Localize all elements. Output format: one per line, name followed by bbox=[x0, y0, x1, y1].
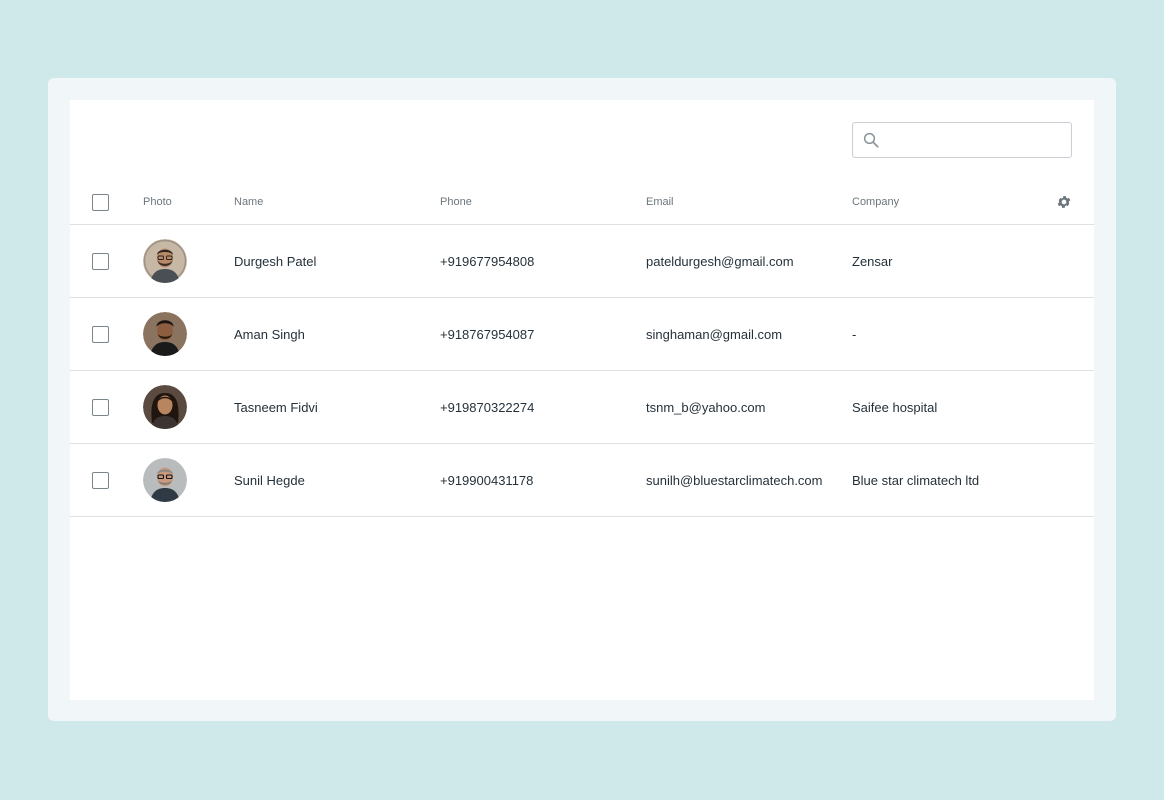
contact-phone: +919677954808 bbox=[440, 253, 535, 269]
contact-email: sunilh@bluestarclimatech.com bbox=[646, 472, 823, 488]
photo-cell bbox=[143, 371, 187, 443]
contact-name[interactable]: Durgesh Patel bbox=[234, 225, 316, 297]
table-row[interactable]: Aman Singh +918767954087 singhaman@gmail… bbox=[70, 298, 1094, 371]
page: Photo Name Phone Email Company Durgesh P… bbox=[0, 0, 1164, 800]
table-header: Photo Name Phone Email Company bbox=[70, 180, 1094, 225]
contact-email: tsnm_b@yahoo.com bbox=[646, 399, 766, 415]
row-checkbox-cell bbox=[92, 298, 109, 370]
header-checkbox-cell bbox=[92, 180, 109, 224]
avatar bbox=[143, 458, 187, 502]
contact-name[interactable]: Sunil Hegde bbox=[234, 444, 305, 516]
row-checkbox-cell bbox=[92, 371, 109, 443]
contact-phone: +918767954087 bbox=[440, 326, 535, 342]
column-header-email[interactable]: Email bbox=[646, 180, 674, 224]
photo-cell bbox=[143, 225, 187, 297]
search-input[interactable] bbox=[887, 123, 1069, 159]
row-checkbox-cell bbox=[92, 225, 109, 297]
gear-icon[interactable] bbox=[1056, 194, 1072, 210]
table-row[interactable]: Sunil Hegde +919900431178 sunilh@bluesta… bbox=[70, 444, 1094, 517]
photo-cell bbox=[143, 298, 187, 370]
avatar bbox=[143, 312, 187, 356]
column-header-company[interactable]: Company bbox=[852, 180, 899, 224]
contact-company: Zensar bbox=[852, 253, 893, 269]
contact-company: - bbox=[852, 326, 857, 342]
row-checkbox[interactable] bbox=[92, 252, 109, 270]
row-checkbox[interactable] bbox=[92, 398, 109, 416]
contact-phone: +919900431178 bbox=[440, 472, 534, 488]
row-checkbox-cell bbox=[92, 444, 109, 516]
column-header-photo[interactable]: Photo bbox=[143, 180, 172, 224]
contact-email: singhaman@gmail.com bbox=[646, 326, 783, 342]
table-row[interactable]: Durgesh Patel +919677954808 pateldurgesh… bbox=[70, 225, 1094, 298]
contact-phone: +919870322274 bbox=[440, 399, 535, 415]
column-header-phone[interactable]: Phone bbox=[440, 180, 472, 224]
contact-company: Saifee hospital bbox=[852, 399, 938, 415]
table-row[interactable]: Tasneem Fidvi +919870322274 tsnm_b@yahoo… bbox=[70, 371, 1094, 444]
row-checkbox[interactable] bbox=[92, 325, 109, 343]
avatar bbox=[143, 385, 187, 429]
search-icon bbox=[863, 132, 879, 148]
contact-name[interactable]: Tasneem Fidvi bbox=[234, 371, 318, 443]
column-header-name[interactable]: Name bbox=[234, 180, 263, 224]
search-box[interactable] bbox=[852, 122, 1072, 159]
avatar bbox=[143, 239, 187, 283]
contact-name[interactable]: Aman Singh bbox=[234, 298, 305, 370]
contact-email: pateldurgesh@gmail.com bbox=[646, 253, 794, 269]
contact-company: Blue star climatech ltd bbox=[852, 472, 980, 488]
photo-cell bbox=[143, 444, 187, 516]
settings-cell bbox=[1056, 180, 1072, 224]
contacts-panel: Photo Name Phone Email Company Durgesh P… bbox=[70, 100, 1094, 700]
select-all-checkbox[interactable] bbox=[92, 193, 109, 211]
row-checkbox[interactable] bbox=[92, 471, 109, 489]
